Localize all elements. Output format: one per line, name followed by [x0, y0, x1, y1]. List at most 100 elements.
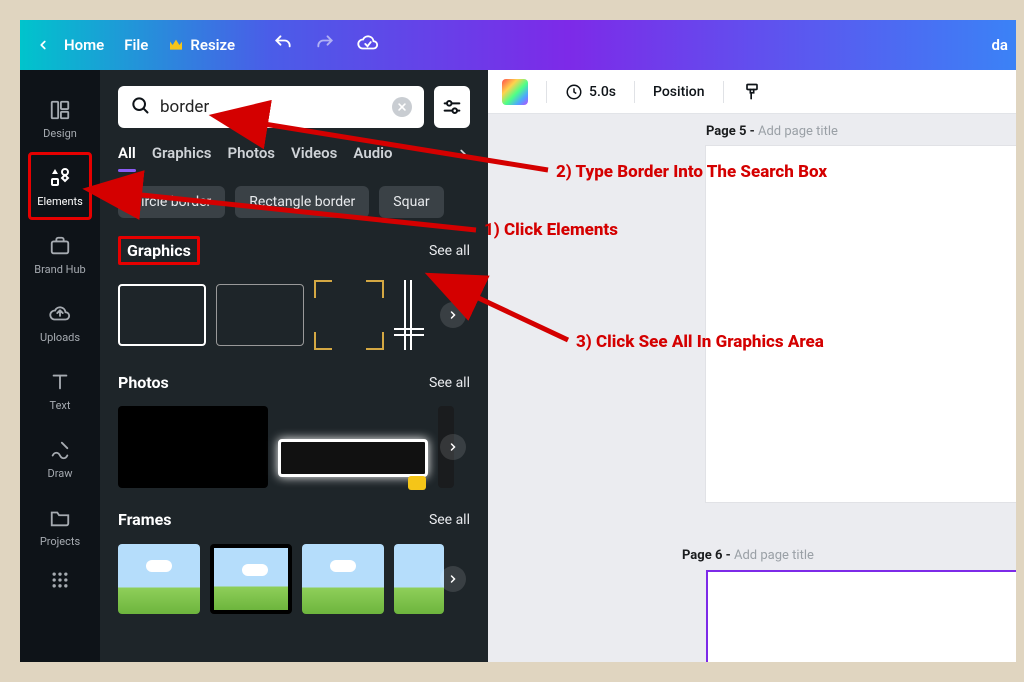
page5-canvas[interactable]: [706, 146, 1016, 502]
frames-thumbnails: [118, 539, 470, 619]
toolbar-divider: [723, 81, 724, 103]
canvas-area: 5.0s Position Page 5 - Add page title Pa…: [488, 70, 1016, 662]
projects-icon: [47, 505, 73, 531]
toolbar-divider: [546, 81, 547, 103]
nav-uploads[interactable]: Uploads: [28, 288, 92, 356]
photo-thumb-2[interactable]: [278, 439, 428, 477]
top-right-text: da: [991, 36, 1008, 54]
frames-title: Frames: [118, 510, 171, 529]
tab-videos[interactable]: Videos: [291, 144, 337, 168]
graphic-thumb-3[interactable]: [314, 280, 384, 350]
file-menu[interactable]: File: [124, 36, 148, 54]
tabs-more-icon[interactable]: [456, 147, 470, 165]
toolbar-divider: [634, 81, 635, 103]
search-input[interactable]: [160, 97, 382, 117]
photo-thumb-1[interactable]: [118, 406, 268, 488]
graphic-thumb-1[interactable]: [118, 284, 206, 346]
design-icon: [47, 97, 73, 123]
home-button[interactable]: Home: [64, 36, 104, 54]
photos-thumbnails: [118, 402, 470, 492]
frames-section-header: Frames See all: [118, 510, 470, 529]
nav-apps[interactable]: [28, 560, 92, 600]
position-button[interactable]: Position: [653, 84, 705, 100]
graphic-thumb-2[interactable]: [216, 284, 304, 346]
category-tabs: All Graphics Photos Videos Audio: [118, 144, 470, 168]
nav-draw[interactable]: Draw: [28, 424, 92, 492]
page-strip: Page 5 - Add page title Page 6 - Add pag…: [488, 114, 1016, 662]
redo-icon[interactable]: [315, 33, 335, 57]
uploads-icon: [47, 301, 73, 327]
photos-see-all[interactable]: See all: [429, 375, 470, 391]
clear-search-icon[interactable]: [392, 97, 412, 117]
nav-projects[interactable]: Projects: [28, 492, 92, 560]
graphics-title: Graphics: [118, 236, 200, 265]
page6-prefix: Page 6 -: [682, 548, 734, 563]
chip-square-border[interactable]: Squar: [379, 186, 443, 218]
top-menu-bar: Home File Resize da: [20, 20, 1016, 70]
nav-elements[interactable]: Elements: [28, 152, 92, 220]
topbar-action-icons: [273, 32, 379, 58]
tab-all[interactable]: All: [118, 144, 136, 168]
graphic-thumb-4[interactable]: [394, 280, 424, 350]
chip-circle-border[interactable]: Circle border: [118, 186, 225, 218]
frame-thumb-3[interactable]: [302, 544, 384, 614]
nav-design[interactable]: Design: [28, 84, 92, 152]
photos-section-header: Photos See all: [118, 373, 470, 392]
resize-label: Resize: [190, 36, 235, 54]
side-nav-rail: Design Elements Brand Hub Uploads Text: [20, 70, 100, 662]
tab-photos[interactable]: Photos: [227, 144, 275, 168]
graphics-section-header: Graphics See all: [118, 236, 470, 265]
page6-placeholder: Add page title: [734, 548, 814, 563]
nav-elements-label: Elements: [37, 195, 83, 208]
nav-projects-label: Projects: [40, 535, 80, 548]
page6-label[interactable]: Page 6 - Add page title: [682, 548, 814, 563]
photos-title: Photos: [118, 373, 169, 392]
graphics-thumbnails: [118, 275, 470, 355]
nav-brand-hub[interactable]: Brand Hub: [28, 220, 92, 288]
graphics-next-icon[interactable]: [440, 302, 466, 328]
page5-placeholder: Add page title: [758, 124, 838, 139]
frames-next-icon[interactable]: [440, 566, 466, 592]
nav-text[interactable]: Text: [28, 356, 92, 424]
elements-panel: All Graphics Photos Videos Audio Circle …: [100, 70, 488, 662]
frame-thumb-4[interactable]: [394, 544, 444, 614]
chip-rectangle-border[interactable]: Rectangle border: [235, 186, 369, 218]
frames-see-all[interactable]: See all: [429, 512, 470, 528]
nav-text-label: Text: [50, 399, 71, 412]
nav-draw-label: Draw: [48, 467, 73, 480]
color-picker-swatch[interactable]: [502, 79, 528, 105]
cloud-sync-icon[interactable]: [357, 32, 379, 58]
canvas-toolbar: 5.0s Position: [488, 70, 1016, 114]
nav-brand-hub-label: Brand Hub: [34, 263, 85, 276]
frame-thumb-2[interactable]: [210, 544, 292, 614]
frame-thumb-1[interactable]: [118, 544, 200, 614]
page5-label[interactable]: Page 5 - Add page title: [706, 124, 838, 139]
graphics-see-all[interactable]: See all: [429, 243, 470, 259]
search-row: [118, 86, 470, 128]
undo-icon[interactable]: [273, 33, 293, 57]
format-painter-icon[interactable]: [742, 82, 762, 102]
resize-button[interactable]: Resize: [168, 36, 235, 54]
premium-crown-icon: [408, 476, 426, 490]
duration-button[interactable]: 5.0s: [565, 83, 616, 101]
text-icon: [47, 369, 73, 395]
back-chevron-icon[interactable]: [32, 34, 54, 56]
nav-uploads-label: Uploads: [40, 331, 80, 344]
filter-button[interactable]: [434, 86, 470, 128]
tab-graphics[interactable]: Graphics: [152, 144, 212, 168]
suggestion-chips: Circle border Rectangle border Squar: [118, 186, 470, 218]
duration-value: 5.0s: [589, 84, 616, 100]
tab-audio[interactable]: Audio: [353, 144, 392, 168]
brand-hub-icon: [47, 233, 73, 259]
draw-icon: [47, 437, 73, 463]
page5-prefix: Page 5 -: [706, 124, 758, 139]
nav-design-label: Design: [43, 127, 77, 140]
crown-icon: [168, 37, 184, 53]
app-frame: Home File Resize da Design: [20, 20, 1016, 662]
apps-icon: [47, 567, 73, 593]
search-icon: [130, 95, 150, 119]
page6-canvas[interactable]: [706, 570, 1016, 662]
photos-next-icon[interactable]: [440, 434, 466, 460]
search-box[interactable]: [118, 86, 424, 128]
elements-icon: [47, 165, 73, 191]
